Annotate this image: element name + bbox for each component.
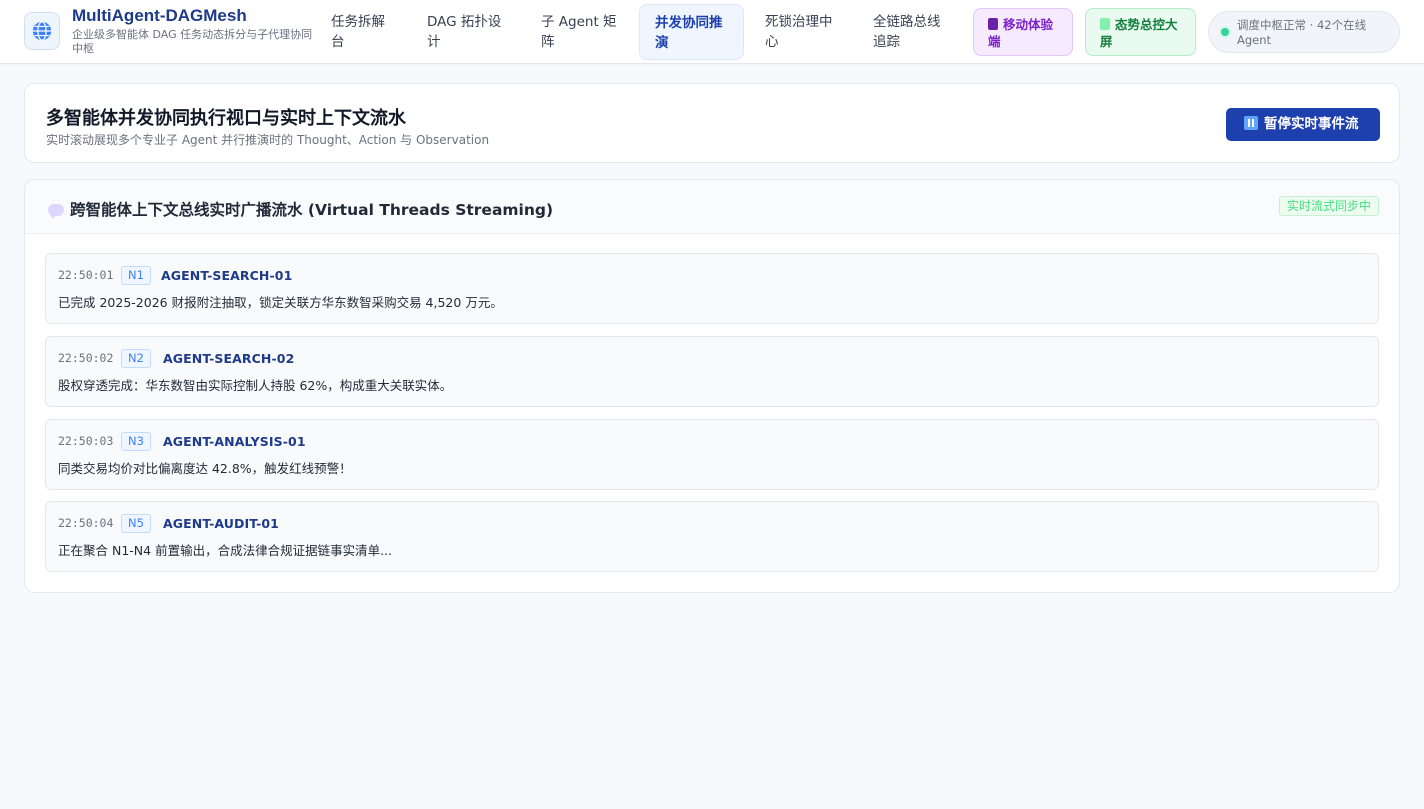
event-time: 22:50:01 (58, 268, 114, 282)
app-logo[interactable] (24, 12, 60, 50)
nav-item-label: DAG 拓扑设计 (427, 14, 502, 50)
stream-title-text: 跨智能体上下文总线实时广播流水 (Virtual Threads Streami… (70, 201, 554, 219)
sync-status-badge: 实时流式同步中 (1279, 196, 1380, 216)
event-time: 22:50:02 (58, 351, 114, 365)
event-message: 同类交易均价对比偏离度达 42.8%，触发红线预警！ (58, 461, 352, 476)
pause-stream-button[interactable]: 暂停实时事件流 (1226, 108, 1380, 141)
context-stream-panel: 跨智能体上下文总线实时广播流水 (Virtual Threads Streami… (24, 179, 1400, 593)
event-message: 股权穿透完成：华东数智由实际控制人持股 62%，构成重大关联实体。 (58, 378, 453, 393)
nav-item-dag-topology[interactable]: DAG 拓扑设计 (412, 4, 518, 60)
stream-title: 跨智能体上下文总线实时广播流水 (Virtual Threads Streami… (48, 198, 553, 220)
event-message: 正在聚合 N1-N4 前置输出，合成法律合规证据链事实清单... (58, 543, 392, 558)
agent-id: AGENT-SEARCH-02 (163, 351, 295, 366)
screen-button-label: 态势总控大屏 (1100, 17, 1178, 49)
pause-button-label: 暂停实时事件流 (1264, 116, 1359, 132)
nav-item-deadlock-center[interactable]: 死锁治理中心 (750, 4, 852, 60)
scheduler-status-text: 调度中枢正常 · 42个在线 Agent (1237, 18, 1367, 47)
speech-bubble-icon (48, 204, 64, 219)
agent-id: AGENT-ANALYSIS-01 (163, 434, 306, 449)
page-header-card: 多智能体并发协同执行视口与实时上下文流水 实时滚动展现多个专业子 Agent 并… (24, 83, 1400, 163)
nav-item-bus-tracing[interactable]: 全链路总线追踪 (858, 4, 966, 60)
stream-panel-header: 跨智能体上下文总线实时广播流水 (Virtual Threads Streami… (25, 180, 1399, 234)
nav-item-task-decompose[interactable]: 任务拆解台 (316, 4, 403, 60)
phone-icon (988, 18, 998, 30)
stream-event[interactable]: 22:50:01 N1 AGENT-SEARCH-01 已完成 2025-202… (45, 253, 1379, 324)
mobile-experience-button[interactable]: 移动体验端 (973, 8, 1073, 56)
nav-item-label: 子 Agent 矩阵 (541, 14, 617, 50)
agent-id: AGENT-SEARCH-01 (161, 268, 293, 283)
pause-icon (1244, 116, 1258, 130)
node-badge: N2 (121, 349, 151, 368)
node-badge: N1 (121, 266, 151, 285)
globe-icon (32, 21, 52, 41)
stream-event[interactable]: 22:50:02 N2 AGENT-SEARCH-02 股权穿透完成：华东数智由… (45, 336, 1379, 407)
stream-event[interactable]: 22:50:03 N3 AGENT-ANALYSIS-01 同类交易均价对比偏离… (45, 419, 1379, 490)
nav-item-label: 全链路总线追踪 (873, 14, 941, 50)
nav-item-concurrent-sim[interactable]: 并发协同推演 (639, 4, 744, 60)
event-time: 22:50:03 (58, 434, 114, 448)
node-badge: N3 (121, 432, 151, 451)
dashboard-screen-button[interactable]: 态势总控大屏 (1085, 8, 1196, 56)
event-message: 已完成 2025-2026 财报附注抽取，锁定关联方华东数智采购交易 4,520… (58, 295, 503, 310)
status-dot-icon (1221, 28, 1229, 36)
bar-chart-icon (1100, 18, 1110, 30)
page-subtitle: 实时滚动展现多个专业子 Agent 并行推演时的 Thought、Action … (46, 133, 490, 147)
nav-item-label: 死锁治理中心 (765, 14, 833, 50)
app-subtitle: 企业级多智能体 DAG 任务动态拆分与子代理协同中枢 (72, 28, 313, 55)
nav-item-label: 任务拆解台 (331, 14, 385, 50)
nav-item-label: 并发协同推演 (655, 15, 723, 51)
agent-id: AGENT-AUDIT-01 (163, 516, 279, 531)
scheduler-status-chip: 调度中枢正常 · 42个在线 Agent (1208, 11, 1400, 53)
stream-event[interactable]: 22:50:04 N5 AGENT-AUDIT-01 正在聚合 N1-N4 前置… (45, 501, 1379, 572)
event-time: 22:50:04 (58, 516, 114, 530)
top-navigation-bar: MultiAgent-DAGMesh 企业级多智能体 DAG 任务动态拆分与子代… (0, 0, 1424, 64)
node-badge: N5 (121, 514, 151, 533)
app-title: MultiAgent-DAGMesh (72, 6, 247, 25)
page-title: 多智能体并发协同执行视口与实时上下文流水 (46, 108, 406, 129)
nav-item-sub-agent-matrix[interactable]: 子 Agent 矩阵 (526, 4, 633, 60)
